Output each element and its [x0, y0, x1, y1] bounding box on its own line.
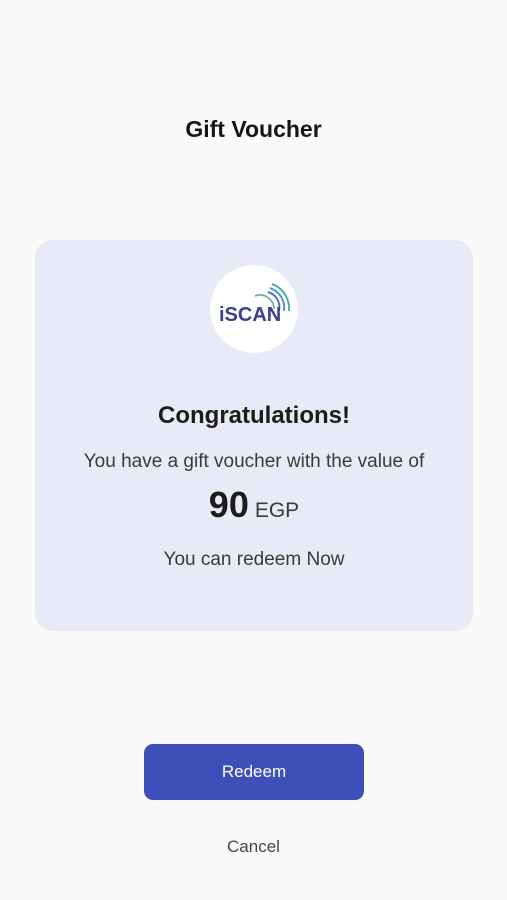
iscan-logo-icon: iSCAN — [210, 265, 298, 353]
redeem-button[interactable]: Redeem — [144, 744, 364, 800]
voucher-card: iSCAN Congratulations! You have a gift v… — [35, 240, 473, 631]
voucher-amount: 90 — [208, 484, 249, 525]
voucher-value: 90 EGP — [35, 484, 473, 526]
redeem-note: You can redeem Now — [163, 549, 345, 570]
voucher-message: You have a gift voucher with the value o… — [83, 451, 425, 472]
voucher-currency: EGP — [254, 499, 300, 522]
logo-text: iSCAN — [219, 304, 281, 326]
page-title: Gift Voucher — [185, 116, 322, 142]
status-bar — [0, 0, 507, 28]
congratulations-heading: Congratulations! — [158, 402, 350, 429]
cancel-link[interactable]: Cancel — [0, 837, 507, 857]
